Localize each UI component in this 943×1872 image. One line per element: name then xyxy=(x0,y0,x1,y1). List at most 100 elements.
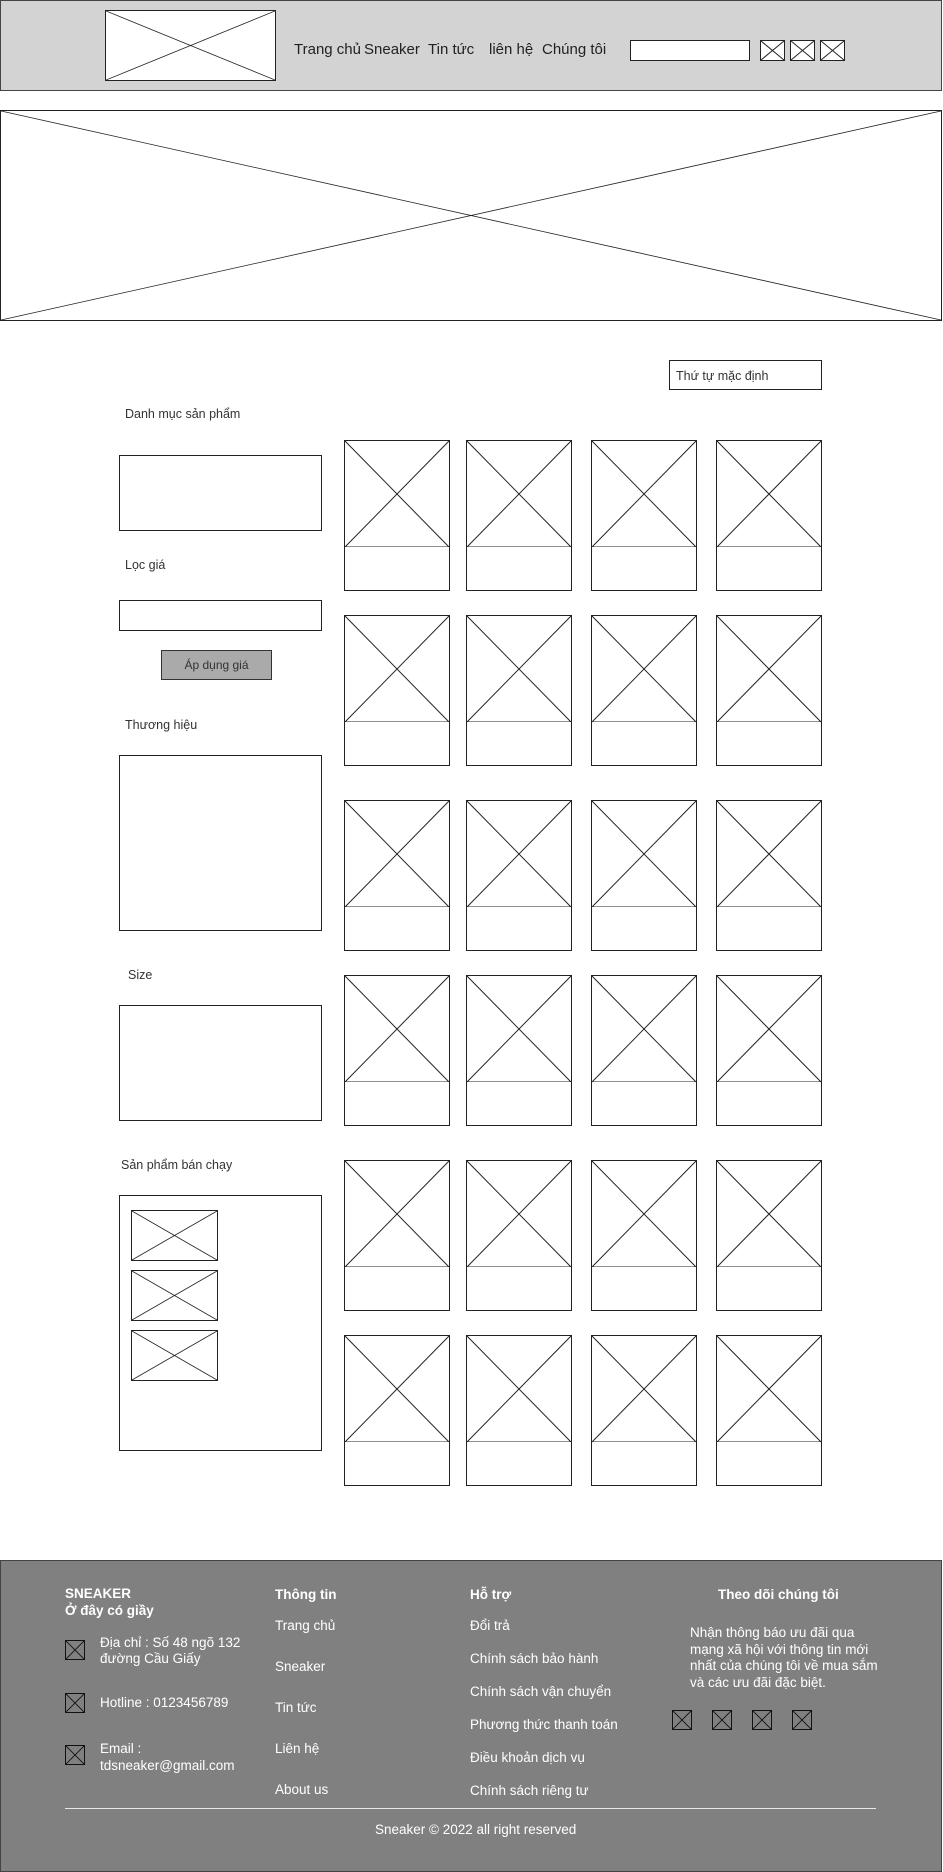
footer-email[interactable]: tdsneaker@gmail.com xyxy=(100,1758,235,1773)
user-icon[interactable] xyxy=(790,40,815,61)
bestseller-title: Sản phẩm bán chạy xyxy=(121,1158,233,1172)
product-image-placeholder xyxy=(592,976,696,1082)
footer-email-label: Email : xyxy=(100,1741,142,1756)
product-card[interactable] xyxy=(591,1160,697,1311)
nav-news[interactable]: Tin tức xyxy=(428,41,474,58)
facebook-icon[interactable] xyxy=(672,1710,692,1730)
product-card[interactable] xyxy=(344,975,450,1126)
product-card[interactable] xyxy=(716,800,822,951)
footer-address-line2: đường Cầu Giấy xyxy=(100,1651,201,1666)
instagram-icon[interactable] xyxy=(712,1710,732,1730)
nav-about[interactable]: Chúng tôi xyxy=(542,41,606,58)
footer-support-link[interactable]: Chính sách vận chuyển xyxy=(470,1684,611,1699)
bestseller-item[interactable] xyxy=(131,1270,218,1321)
bestseller-item[interactable] xyxy=(131,1210,218,1261)
logo-placeholder[interactable] xyxy=(105,10,276,81)
product-card[interactable] xyxy=(344,615,450,766)
footer-info-link[interactable]: Sneaker xyxy=(275,1659,325,1674)
product-card[interactable] xyxy=(466,800,572,951)
nav-home[interactable]: Trang chủ xyxy=(294,41,361,58)
footer-follow-line: Nhận thông báo ưu đãi qua xyxy=(690,1625,855,1640)
footer-brand: SNEAKER xyxy=(65,1586,132,1601)
product-card[interactable] xyxy=(716,1335,822,1486)
footer-follow-line: mạng xã hội với thông tin mới xyxy=(690,1641,869,1657)
footer-info-link[interactable]: Trang chủ xyxy=(275,1618,335,1633)
banner-placeholder xyxy=(0,110,942,321)
footer-support-link[interactable]: Chính sách riêng tư xyxy=(470,1783,589,1798)
product-card[interactable] xyxy=(344,440,450,591)
footer-info-link[interactable]: Liên hệ xyxy=(275,1741,319,1756)
email-icon xyxy=(65,1745,85,1765)
product-card[interactable] xyxy=(716,440,822,591)
nav-sneaker[interactable]: Sneaker xyxy=(364,41,420,58)
product-card[interactable] xyxy=(591,1335,697,1486)
product-image-placeholder xyxy=(345,1161,449,1267)
product-image-placeholder xyxy=(592,1161,696,1267)
product-image-placeholder xyxy=(717,616,821,722)
youtube-icon[interactable] xyxy=(792,1710,812,1730)
apply-price-button[interactable]: Áp dụng giá xyxy=(161,650,272,680)
product-image-placeholder xyxy=(345,976,449,1082)
cart-icon[interactable] xyxy=(820,40,845,61)
footer-info-link[interactable]: About us xyxy=(275,1782,328,1797)
location-icon xyxy=(65,1640,85,1660)
product-image-placeholder xyxy=(467,441,571,547)
footer-hotline: Hotline : 0123456789 xyxy=(100,1695,229,1710)
footer-divider xyxy=(65,1808,876,1809)
product-image-placeholder xyxy=(592,1336,696,1442)
search-icon[interactable] xyxy=(760,40,785,61)
bestseller-item[interactable] xyxy=(131,1330,218,1381)
footer-tagline: Ở đây có giầy xyxy=(65,1603,154,1618)
price-title: Lọc giá xyxy=(125,558,166,572)
brand-title: Thương hiệu xyxy=(125,718,198,732)
product-card[interactable] xyxy=(344,1335,450,1486)
footer-support-link[interactable]: Chính sách bảo hành xyxy=(470,1651,598,1666)
product-card[interactable] xyxy=(466,440,572,591)
product-card[interactable] xyxy=(591,440,697,591)
footer-support-link[interactable]: Đổi trả xyxy=(470,1618,510,1633)
product-image-placeholder xyxy=(717,801,821,907)
product-card[interactable] xyxy=(466,1335,572,1486)
product-image-placeholder xyxy=(345,1336,449,1442)
product-image-placeholder xyxy=(467,616,571,722)
footer-info-title: Thông tin xyxy=(275,1587,337,1602)
product-image-placeholder xyxy=(717,441,821,547)
sort-select[interactable]: Thứ tự mặc định xyxy=(669,360,822,390)
product-card[interactable] xyxy=(344,800,450,951)
product-card[interactable] xyxy=(716,615,822,766)
product-image-placeholder xyxy=(345,801,449,907)
size-title: Size xyxy=(128,968,153,982)
product-card[interactable] xyxy=(591,800,697,951)
footer-info-link[interactable]: Tin tức xyxy=(275,1700,317,1715)
product-image-placeholder xyxy=(717,1161,821,1267)
footer-support-title: Hỗ trợ xyxy=(470,1587,512,1602)
footer-copyright: Sneaker © 2022 all right reserved xyxy=(375,1822,577,1837)
product-image-placeholder xyxy=(467,976,571,1082)
footer-follow-line: và các ưu đãi đặc biệt. xyxy=(690,1674,826,1690)
size-list[interactable] xyxy=(119,1005,322,1121)
footer-follow-title: Theo dõi chúng tôi xyxy=(718,1587,839,1602)
category-list[interactable] xyxy=(119,455,322,531)
brand-list[interactable] xyxy=(119,755,322,931)
search-input[interactable] xyxy=(630,40,750,61)
product-card[interactable] xyxy=(716,1160,822,1311)
product-card[interactable] xyxy=(716,975,822,1126)
product-card[interactable] xyxy=(466,1160,572,1311)
product-card[interactable] xyxy=(466,615,572,766)
twitter-icon[interactable] xyxy=(752,1710,772,1730)
product-image-placeholder xyxy=(467,1336,571,1442)
footer-support-link[interactable]: Phương thức thanh toán xyxy=(470,1717,618,1732)
footer-follow-line: nhất của chúng tôi về mua sắm xyxy=(690,1658,878,1673)
product-card[interactable] xyxy=(591,975,697,1126)
product-image-placeholder xyxy=(345,441,449,547)
footer-support-link[interactable]: Điều khoản dịch vụ xyxy=(470,1750,585,1765)
nav-contact[interactable]: liên hệ xyxy=(489,41,533,58)
product-card[interactable] xyxy=(591,615,697,766)
product-card[interactable] xyxy=(466,975,572,1126)
category-title: Danh mục sản phẩm xyxy=(125,407,241,421)
product-card[interactable] xyxy=(344,1160,450,1311)
price-range-input[interactable] xyxy=(119,600,322,631)
phone-icon xyxy=(65,1693,85,1713)
footer-address-line1: Địa chỉ : Số 48 ngõ 132 xyxy=(100,1635,241,1650)
product-image-placeholder xyxy=(592,801,696,907)
